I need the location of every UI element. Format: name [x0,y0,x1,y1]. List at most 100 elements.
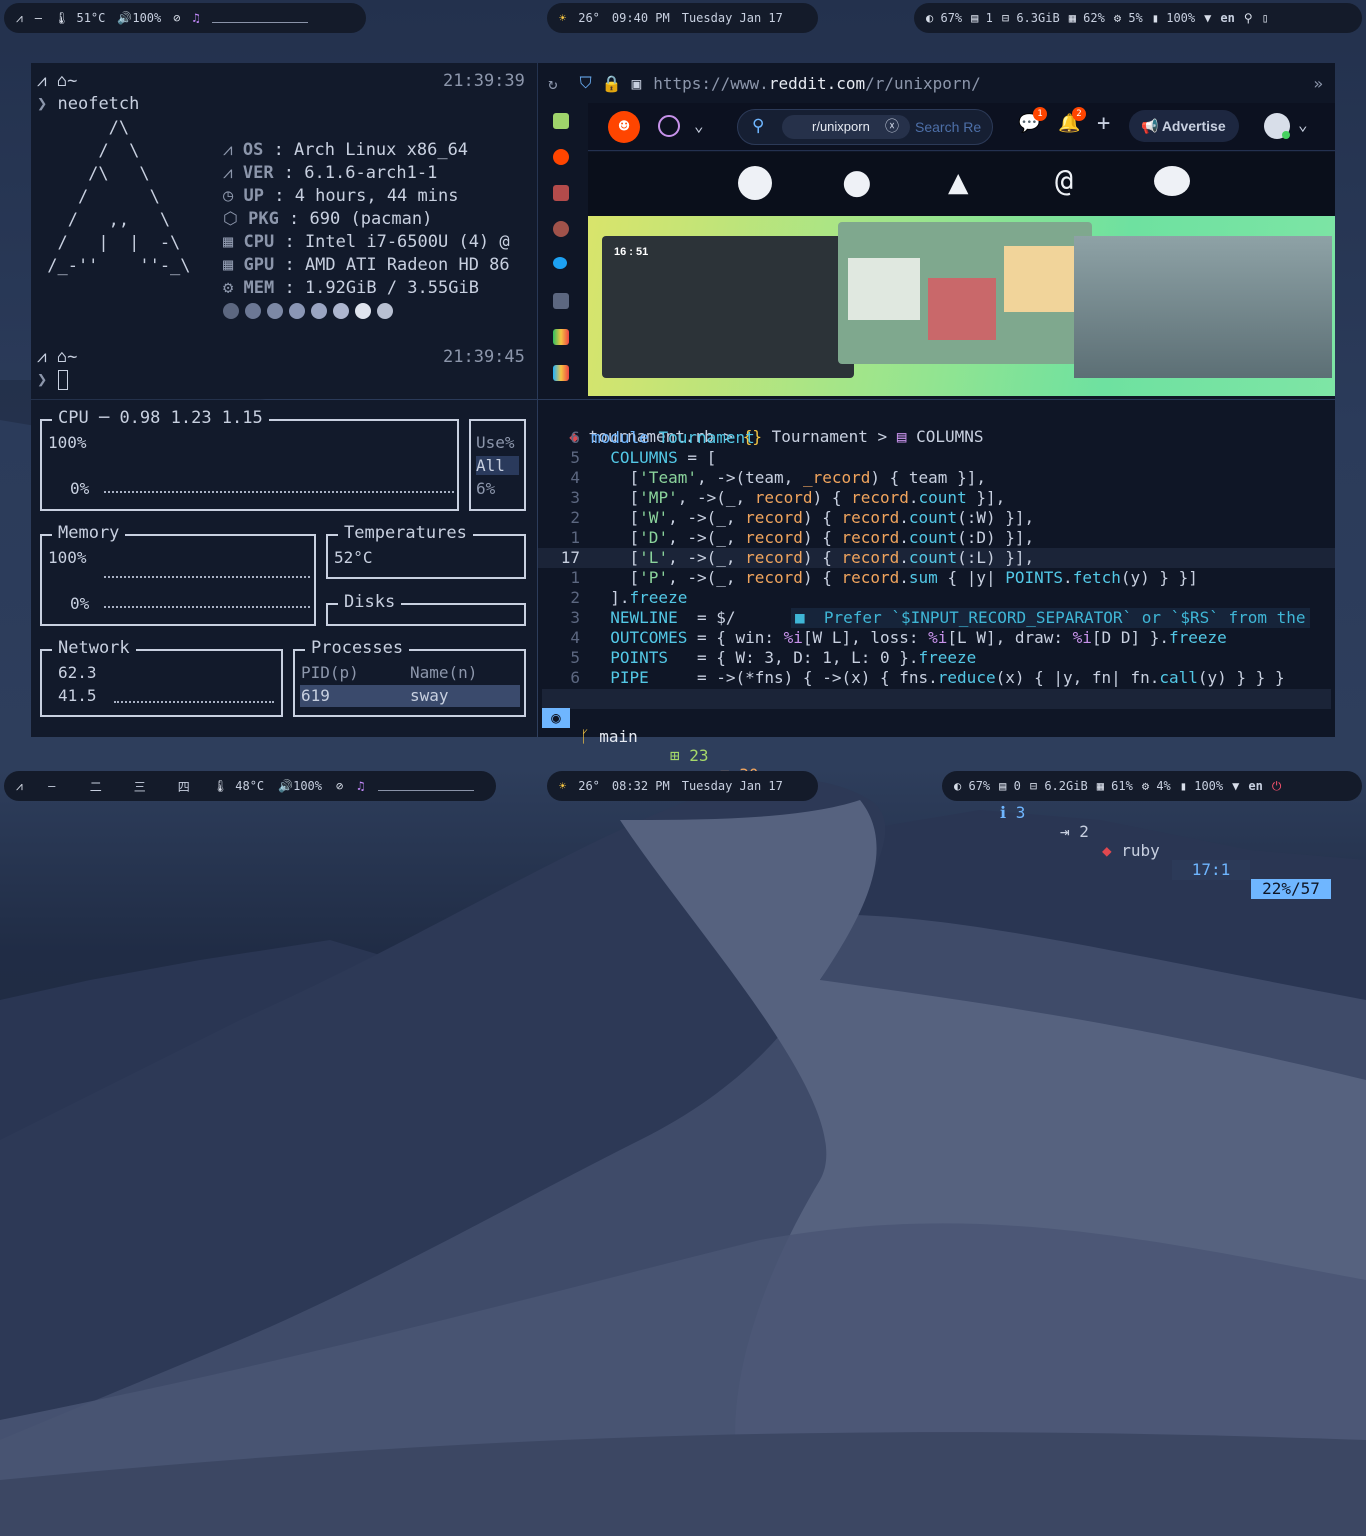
drive-icon: ⊟ [1029,779,1038,793]
sidebar-tab-twitter[interactable] [553,257,567,269]
trash[interactable]: ▤ 0 [999,779,1021,793]
process-row[interactable]: 619 sway [300,685,520,707]
shield-icon[interactable]: ⛉ [580,73,592,93]
keyboard-layout[interactable]: en [1248,779,1262,793]
memory-box: Memory 100% 0% [40,523,316,626]
branch[interactable]: ᚴ main [580,727,638,746]
code-area[interactable]: 6 module Tournament 5 COLUMNS = [4 ['Team'… [538,428,1335,688]
code-line[interactable]: 1 ['P', ->(_, record) { record.sum { |y|… [538,568,1335,588]
brightness[interactable]: ◐ 67% [954,779,990,793]
lock-icon[interactable]: 🔒 [602,74,622,93]
bottom-bar-right: ◐ 67% ▤ 0 ⊟ 6.2GiB ▦ 61% ⚙ 4% ▮ 100% ▼ e… [942,771,1362,801]
sidebar-tab-1[interactable] [553,113,569,129]
cpu-icon: ⚙ [1141,779,1150,793]
code-line[interactable]: 17 ['L', ->(_, record) { record.count(:L… [538,548,1335,568]
code-line[interactable]: 2 ].freeze [538,588,1335,608]
media-progress[interactable] [211,13,308,23]
chevron-down-icon[interactable]: ⌄ [694,116,704,135]
reddit-logo[interactable]: ☻ [608,111,640,143]
music-icon[interactable]: ♫ [357,779,364,793]
code-line[interactable]: 5 POINTS = { W: 3, D: 1, L: 0 }.freeze [538,648,1335,668]
line-text: ['MP', ->(_, record) { record.count }], [591,488,1006,507]
media-progress[interactable] [378,781,475,791]
battery-icon: ▮ [1151,11,1159,25]
workspace-1[interactable]: — [37,779,67,793]
speaker-icon: 🔊 [117,11,133,25]
sun-icon: ☀ [559,779,567,793]
music-icon[interactable]: ♫ [192,11,199,25]
wifi-icon[interactable]: ▼ [1232,779,1239,793]
search-box[interactable]: ⚲ r/unixporn ⓧ Search Re [737,109,993,145]
code-line[interactable]: 1 ['D', ->(_, record) { record.count(:D)… [538,528,1335,548]
clear-chip-icon[interactable]: ⓧ [885,116,899,136]
palette-swatch [289,303,305,319]
cpu-title: CPU [58,408,89,428]
code-editor[interactable]: ◆ tournament.rb > {} Tournament > ▤ COLU… [538,400,1335,899]
input-line[interactable]: ❯ [37,370,68,390]
eye-off-icon[interactable]: ⊘ [173,11,180,25]
column-pid[interactable]: PID(p) [301,663,359,682]
code-line[interactable]: 5 COLUMNS = [ [538,448,1335,468]
sidebar-tab-6[interactable] [553,293,569,309]
clock-date: Tuesday Jan 17 [681,11,783,25]
status-line: ◉ ᚴ main ⊞ 23 ⊡ 30 ⊟ 14 ℹ 3 ⇥ 2 ◆ ruby 1… [542,689,1331,899]
reload-icon[interactable]: ↻ [548,74,558,93]
workspace-4[interactable]: 四 [169,778,199,795]
advertise-button[interactable]: 📢 Advertise [1129,110,1239,142]
overflow-icon[interactable]: » [1313,74,1323,93]
network-download: 41.5 [58,686,97,705]
volume[interactable]: 🔊100% [278,779,322,793]
btop-monitor[interactable]: CPU ─ 0.98 1.23 1.15 100% 0% Use% All 6%… [31,400,537,737]
advertise-label: Advertise [1161,118,1226,134]
line-number: 6 [570,428,580,447]
arch-icon[interactable]: ⩘ [16,11,23,26]
memory-title: Memory [52,523,126,543]
workspace-2[interactable]: 二 [81,778,111,795]
brightness[interactable]: ◐ 67% [926,11,962,25]
keyboard-layout[interactable]: en [1220,11,1234,25]
trash[interactable]: ▤ 1 [971,11,993,25]
line-number: 2 [570,508,580,527]
browser-window[interactable]: ↻ ⛉ 🔒 ▣ https://www.reddit.com/r/unixpor… [538,63,1335,399]
network-upload: 62.3 [58,663,97,682]
palette-swatch [377,303,393,319]
sidebar-tab-3[interactable] [553,185,569,201]
sidebar-tab-7[interactable] [553,329,569,345]
code-line[interactable]: 2 ['W', ->(_, record) { record.count(:W)… [538,508,1335,528]
page-info-icon[interactable]: ▣ [632,74,642,93]
code-line[interactable]: 3 ['MP', ->(_, record) { record.count }]… [538,488,1335,508]
terminal-neofetch[interactable]: ⩘ ⌂~ 21:39:39 ❯ neofetch /\ / \ /\ \ / \… [31,63,537,399]
plus-icon[interactable]: + [1097,111,1110,136]
line-text: NEWLINE = $/ [610,608,736,627]
community-icon[interactable] [658,115,680,137]
option-use[interactable]: Use% [476,433,515,452]
chevron-down-icon[interactable]: ⌄ [1298,115,1308,134]
code-line[interactable]: 6 module Tournament [538,428,1335,448]
sidebar-tab-8[interactable] [553,365,569,381]
cpu-box: CPU ─ 0.98 1.23 1.15 100% 0% [40,408,459,511]
location-icon[interactable]: ⚲ [1244,11,1253,25]
window-icon[interactable]: ▯ [1262,11,1269,25]
color-palette [223,303,393,319]
url-text[interactable]: https://www.reddit.com/r/unixporn/ [653,74,981,93]
power-icon[interactable]: ⏻ [1272,779,1282,794]
diagnostics-info[interactable]: ℹ 3 [1000,803,1025,822]
volume[interactable]: 🔊100% [117,11,161,25]
code-line[interactable]: 4 ['Team', ->(team, _record) { team }], [538,468,1335,488]
wifi-icon[interactable]: ▼ [1204,11,1211,25]
workspace-3[interactable]: 三 [125,778,155,795]
sidebar-tab-4[interactable] [553,221,569,237]
workspace-indicator[interactable]: — [35,11,42,25]
info-value: 690 (pacman) [309,209,433,229]
code-line[interactable]: 4 OUTCOMES = { win: %i[W L], loss: %i[L … [538,628,1335,648]
eye-off-icon[interactable]: ⊘ [336,779,343,793]
branch-name: main [599,727,638,746]
battery-value: 100% [1194,779,1224,793]
arch-icon[interactable]: ⩘ [16,779,23,794]
option-all[interactable]: All [476,456,519,475]
sidebar-tab-reddit[interactable] [553,149,569,165]
code-line[interactable]: 6 PIPE = ->(*fns) { ->(x) { fns.reduce(x… [538,668,1335,688]
column-name[interactable]: Name(n) [410,663,477,682]
home-icon: ⌂ [56,347,68,367]
search-input[interactable]: Search Re [915,119,981,135]
